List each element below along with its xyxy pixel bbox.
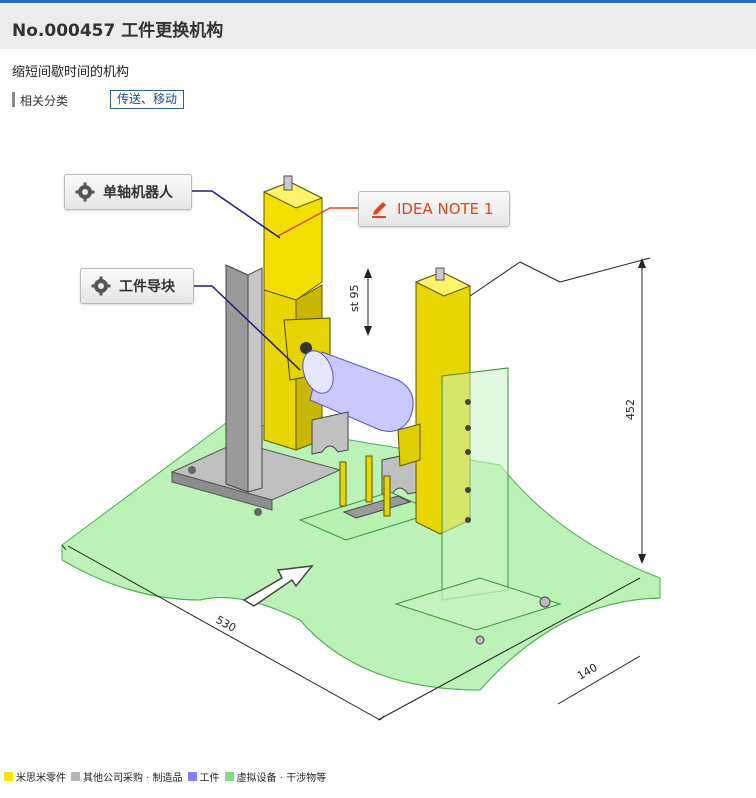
pin-right (383, 475, 391, 517)
legend-label: 米思米零件 (16, 773, 66, 784)
legend-item-other: 其他公司采购 · 制造品 (71, 769, 183, 784)
robot-right-connector (435, 267, 445, 281)
bolt-icon (465, 399, 471, 405)
callout-idea-label: IDEA NOTE 1 (397, 200, 494, 218)
pencil-icon (372, 202, 386, 218)
dim-label-height: 452 (624, 399, 637, 420)
dim-label-length: 530 (214, 613, 239, 635)
dim-label-depth: 140 (575, 661, 600, 683)
bolt-icon (465, 425, 471, 431)
page-title: No.000457 工件更换机构 (12, 21, 224, 41)
legend-label: 工件 (199, 773, 220, 784)
bolt-icon (254, 508, 262, 516)
bolt-icon (465, 487, 471, 493)
pin-left (339, 461, 347, 507)
category-label: 相关分类 (20, 94, 69, 108)
legend-swatch (4, 772, 13, 781)
page-subtitle: 缩短间歇时间的机构 (12, 65, 130, 80)
callout-robot[interactable]: 单轴机器人 (64, 174, 192, 210)
legend-label: 其他公司采购 · 制造品 (83, 773, 183, 784)
stand-upright-right (247, 267, 263, 493)
legend-item-misumi: 米思米零件 (4, 769, 66, 784)
legend-swatch (187, 772, 197, 781)
robot-left-connector (283, 175, 293, 191)
legend-item-workpiece: 工件 (187, 769, 220, 784)
legend-label: 虚拟设备 · 干涉物等 (236, 773, 327, 784)
legend-swatch (224, 772, 234, 781)
dim-label-stroke: st 95 (348, 284, 361, 312)
stand-upright-left (225, 264, 249, 493)
callout-robot-label: 单轴机器人 (103, 185, 173, 201)
robot-right-slider (397, 423, 421, 467)
dim-line-depth (557, 655, 641, 705)
bolt-icon (465, 517, 471, 523)
pin-center (365, 455, 373, 503)
callout-workpiece-guide[interactable]: 工件导块 (80, 268, 194, 304)
gear-icon (91, 276, 111, 296)
gear-icon (75, 182, 95, 202)
callout-guide-label: 工件导块 (119, 279, 175, 295)
bolt-icon (188, 466, 196, 474)
bolt-icon (465, 449, 471, 455)
page-header: No.000457 工件更换机构 (0, 3, 756, 49)
virtual-base-plate (61, 419, 661, 691)
bolt-icon (539, 596, 551, 608)
legend-item-virtual: 虚拟设备 · 干涉物等 (224, 769, 327, 784)
category-marker (12, 92, 15, 107)
bolt-icon (475, 635, 485, 645)
callout-idea-note[interactable]: IDEA NOTE 1 (358, 191, 510, 227)
category-tag-link[interactable]: 传送、移动 (110, 90, 185, 109)
legend-swatch (71, 772, 80, 781)
virtual-stand-upright (441, 367, 509, 601)
color-legend: 米思米零件 其他公司采购 · 制造品 工件 虚拟设备 · 干涉物等 (4, 769, 331, 784)
